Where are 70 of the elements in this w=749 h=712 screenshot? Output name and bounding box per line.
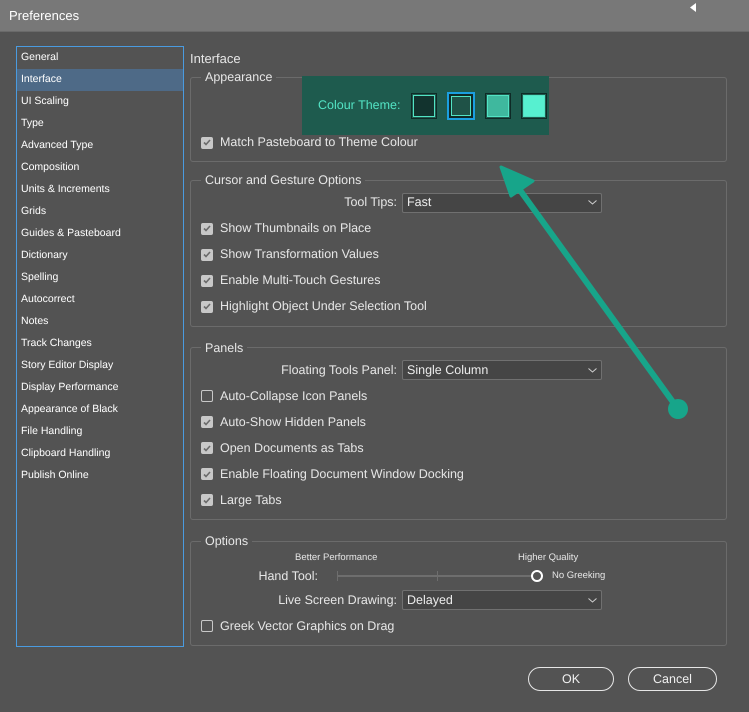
checkbox[interactable] bbox=[201, 390, 213, 402]
sidebar-item[interactable]: Interface bbox=[17, 69, 183, 91]
slider-thumb[interactable] bbox=[531, 570, 543, 582]
checkbox-label: Greek Vector Graphics on Drag bbox=[220, 618, 394, 635]
checkbox[interactable] bbox=[201, 442, 213, 454]
checkbox-label: Auto-Collapse Icon Panels bbox=[220, 388, 368, 405]
cancel-button[interactable]: Cancel bbox=[628, 667, 717, 691]
checkbox[interactable] bbox=[201, 620, 213, 632]
sidebar-item[interactable]: Track Changes bbox=[17, 333, 183, 355]
group-title: Cursor and Gesture Options bbox=[204, 172, 362, 189]
sidebar-item[interactable]: Display Performance bbox=[17, 377, 183, 399]
sidebar-item[interactable]: Autocorrect bbox=[17, 289, 183, 311]
checkbox-label: Match Pasteboard to Theme Colour bbox=[220, 134, 418, 152]
theme-swatch[interactable] bbox=[447, 92, 476, 120]
sidebar-item[interactable]: Grids bbox=[17, 201, 183, 223]
sidebar-item[interactable]: File Handling bbox=[17, 421, 183, 443]
sidebar-item[interactable]: General bbox=[17, 47, 183, 69]
field-label: Hand Tool: bbox=[257, 568, 318, 585]
group-title: Options bbox=[204, 533, 250, 550]
dropdown[interactable]: Delayed bbox=[402, 590, 602, 610]
field-label: Tool Tips: bbox=[343, 194, 398, 212]
theme-swatch[interactable] bbox=[411, 92, 438, 118]
sidebar-item[interactable]: Spelling bbox=[17, 267, 183, 289]
chevron-icon bbox=[588, 368, 597, 373]
checkbox[interactable] bbox=[201, 494, 213, 506]
chevron-icon bbox=[588, 200, 597, 205]
sidebar-item[interactable]: Advanced Type bbox=[17, 135, 183, 157]
checkbox-label: Enable Multi-Touch Gestures bbox=[220, 272, 380, 290]
sidebar-item[interactable]: Dictionary bbox=[17, 245, 183, 267]
checkbox-label: Large Tabs bbox=[220, 492, 282, 509]
section-heading: Interface bbox=[190, 50, 242, 68]
checkbox[interactable] bbox=[201, 416, 213, 428]
sidebar-item[interactable]: Units & Increments bbox=[17, 179, 183, 201]
group-title: Panels bbox=[204, 340, 244, 356]
sidebar-item[interactable]: Publish Online bbox=[17, 465, 183, 487]
sidebar-item[interactable]: Guides & Pasteboard bbox=[17, 223, 183, 245]
slider-reading: No Greeking bbox=[552, 568, 606, 583]
checkbox[interactable] bbox=[201, 468, 213, 480]
window-title: Preferences bbox=[9, 6, 80, 25]
checkbox-label: Enable Floating Document Window Docking bbox=[220, 466, 464, 483]
sidebar-item[interactable]: Type bbox=[17, 113, 183, 135]
checkbox-label: Highlight Object Under Selection Tool bbox=[220, 298, 427, 316]
chevron-icon bbox=[588, 598, 597, 602]
field-label: Colour Theme: bbox=[318, 97, 400, 114]
dropdown[interactable]: Fast bbox=[402, 192, 602, 212]
triangle-icon[interactable] bbox=[690, 3, 696, 12]
sidebar-item[interactable]: Appearance of Black bbox=[17, 399, 183, 421]
sidebar-item[interactable]: UI Scaling bbox=[17, 91, 183, 113]
group-title: Appearance bbox=[204, 69, 274, 86]
theme-swatch[interactable] bbox=[521, 92, 548, 118]
checkbox[interactable] bbox=[201, 300, 213, 312]
checkbox-label: Open Documents as Tabs bbox=[220, 440, 364, 457]
theme-swatch[interactable] bbox=[485, 92, 512, 118]
checkbox[interactable] bbox=[201, 274, 213, 286]
dropdown[interactable]: Single Column bbox=[402, 360, 602, 380]
sidebar-item[interactable]: Clipboard Handling bbox=[17, 443, 183, 465]
field-label: Live Screen Drawing: bbox=[277, 592, 398, 609]
sidebar-item[interactable]: Story Editor Display bbox=[17, 355, 183, 377]
checkbox-label: Auto-Show Hidden Panels bbox=[220, 414, 366, 431]
checkbox-label: Show Thumbnails on Place bbox=[220, 220, 372, 238]
checkbox[interactable] bbox=[201, 136, 213, 149]
sidebar-item[interactable]: Notes bbox=[17, 311, 183, 333]
checkbox-label: Show Transformation Values bbox=[220, 246, 379, 264]
sidebar-item[interactable]: Composition bbox=[17, 157, 183, 179]
scale-label: Higher Quality bbox=[518, 550, 578, 565]
checkbox[interactable] bbox=[201, 222, 213, 234]
checkbox[interactable] bbox=[201, 248, 213, 260]
scale-label: Better Performance bbox=[295, 550, 378, 565]
field-label: Floating Tools Panel: bbox=[280, 362, 398, 379]
ok-button[interactable]: OK bbox=[528, 667, 614, 691]
